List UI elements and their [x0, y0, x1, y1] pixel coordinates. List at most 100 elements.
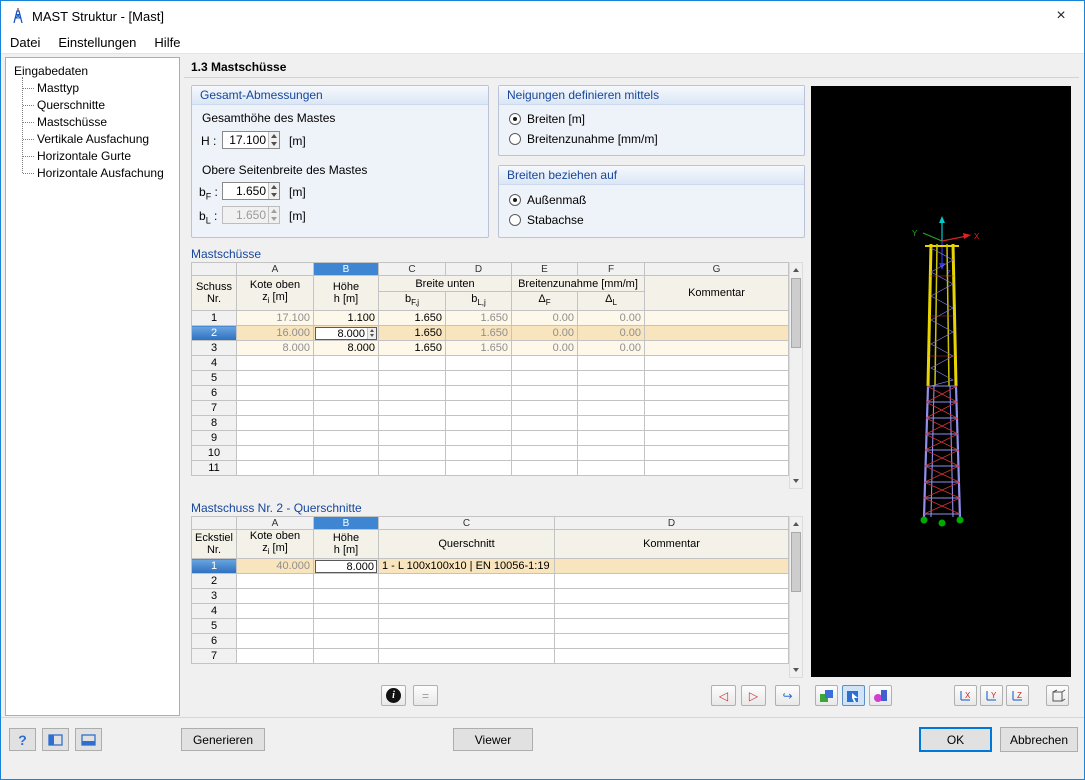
cell[interactable] [378, 648, 555, 665]
col-letter-c[interactable]: C [378, 262, 446, 276]
cell[interactable] [313, 633, 379, 650]
cell[interactable] [644, 430, 789, 446]
3d-viewport[interactable]: X Y Z [811, 86, 1071, 677]
cell[interactable] [554, 558, 789, 575]
cell[interactable] [236, 588, 314, 605]
cell[interactable] [644, 400, 789, 416]
cell[interactable] [445, 460, 512, 476]
sidebar-item-horizontale-ausfachung[interactable]: Horizontale Ausfachung [22, 165, 175, 182]
row-header[interactable]: 8 [191, 415, 237, 431]
menu-item-hilfe[interactable]: Hilfe [145, 32, 189, 53]
row-header[interactable]: 5 [191, 618, 237, 635]
radio-stabachse[interactable] [509, 214, 521, 226]
ok-button[interactable]: OK [919, 727, 992, 752]
cell[interactable] [554, 633, 789, 650]
render-settings-button[interactable] [815, 685, 838, 706]
row-header[interactable]: 9 [191, 430, 237, 446]
cell[interactable] [644, 460, 789, 476]
prev-schuss-button[interactable]: ◁ [711, 685, 736, 706]
cell[interactable] [644, 370, 789, 386]
cell[interactable] [378, 385, 446, 401]
col-letter-c[interactable]: C [378, 516, 555, 530]
table2-scrollbar[interactable] [789, 516, 803, 678]
col-letter-g[interactable]: G [644, 262, 789, 276]
cell-editing[interactable]: 8.000 [313, 558, 379, 575]
cell[interactable]: 16.000 [236, 325, 314, 341]
next-schuss-button[interactable]: ▷ [741, 685, 766, 706]
viewer-button[interactable]: Viewer [453, 728, 533, 751]
row-header[interactable]: 11 [191, 460, 237, 476]
cell[interactable] [313, 603, 379, 620]
cell[interactable]: 1.650 [445, 310, 512, 326]
cell[interactable] [313, 415, 379, 431]
cell[interactable] [577, 400, 645, 416]
cell[interactable]: 0.00 [577, 340, 645, 356]
cell[interactable] [511, 415, 578, 431]
col-letter-a[interactable]: A [236, 262, 314, 276]
menu-item-datei[interactable]: Datei [1, 32, 49, 53]
cell[interactable] [378, 603, 555, 620]
scroll-up-button[interactable] [790, 263, 802, 277]
row-header[interactable]: 4 [191, 355, 237, 371]
spin-up-button[interactable] [269, 132, 279, 140]
row-header[interactable]: 4 [191, 603, 237, 620]
sidebar-item-vertikale-ausfachung[interactable]: Vertikale Ausfachung [22, 131, 175, 148]
cell[interactable] [313, 445, 379, 461]
cell[interactable] [236, 415, 314, 431]
cell[interactable]: 1.650 [445, 325, 512, 341]
cell[interactable]: 0.00 [511, 340, 578, 356]
cell[interactable] [644, 415, 789, 431]
cancel-button[interactable]: Abbrechen [1000, 727, 1078, 752]
cell[interactable]: 1 - L 100x100x10 | EN 10056-1:19 [378, 558, 555, 575]
info-button[interactable]: i [381, 685, 406, 706]
cell[interactable] [236, 430, 314, 446]
cell[interactable] [378, 633, 555, 650]
tree-root-eingabedaten[interactable]: Eingabedaten [10, 63, 175, 80]
cell[interactable] [378, 415, 446, 431]
cell[interactable] [313, 430, 379, 446]
view-settings-button[interactable] [842, 685, 865, 706]
cell[interactable] [313, 370, 379, 386]
cell-edit-box[interactable]: 8.000 [315, 326, 377, 340]
scroll-thumb[interactable] [791, 278, 801, 348]
bf-input[interactable]: 1.650 [222, 182, 280, 200]
cell[interactable] [644, 310, 789, 326]
cell[interactable]: 1.650 [378, 325, 446, 341]
cell[interactable] [313, 355, 379, 371]
col-letter-e[interactable]: E [511, 262, 578, 276]
cell[interactable] [445, 445, 512, 461]
row-header[interactable]: 1 [191, 558, 237, 575]
scroll-down-button[interactable] [790, 663, 802, 677]
cell[interactable] [577, 370, 645, 386]
cell[interactable] [236, 633, 314, 650]
view-x-button[interactable]: X [954, 685, 977, 706]
display-properties-button[interactable] [869, 685, 892, 706]
view-y-button[interactable]: Y [980, 685, 1003, 706]
cell[interactable] [236, 370, 314, 386]
equals-button[interactable]: = [413, 685, 438, 706]
cell[interactable] [445, 385, 512, 401]
row-header[interactable]: 7 [191, 400, 237, 416]
cell[interactable] [313, 618, 379, 635]
panel-toggle-button-2[interactable] [75, 728, 102, 751]
scroll-up-button[interactable] [790, 517, 802, 531]
h-input[interactable]: 17.100 [222, 131, 280, 149]
cell[interactable] [378, 573, 555, 590]
cell[interactable] [577, 415, 645, 431]
cell[interactable] [511, 370, 578, 386]
cell[interactable] [236, 355, 314, 371]
radio-breitenzunahme-label[interactable]: Breitenzunahme [mm/m] [527, 132, 658, 146]
cell[interactable] [236, 460, 314, 476]
col-letter-b[interactable]: B [313, 262, 379, 276]
panel-toggle-button-1[interactable] [42, 728, 69, 751]
spin-down-button[interactable] [269, 191, 279, 199]
cell[interactable] [236, 400, 314, 416]
row-header[interactable]: 1 [191, 310, 237, 326]
cell[interactable]: 1.650 [445, 340, 512, 356]
cell[interactable] [313, 400, 379, 416]
cell[interactable]: 1.650 [378, 340, 446, 356]
radio-breiten-label[interactable]: Breiten [m] [527, 112, 585, 126]
cell[interactable] [511, 430, 578, 446]
col-letter-f[interactable]: F [577, 262, 645, 276]
cell[interactable] [554, 648, 789, 665]
